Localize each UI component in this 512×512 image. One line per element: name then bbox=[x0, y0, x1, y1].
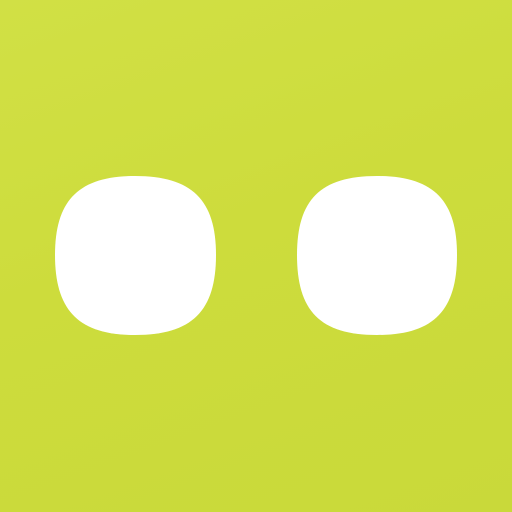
two-dots-icon bbox=[55, 176, 457, 335]
right-dot bbox=[297, 176, 457, 335]
left-dot bbox=[55, 176, 216, 335]
app-icon bbox=[0, 0, 512, 512]
